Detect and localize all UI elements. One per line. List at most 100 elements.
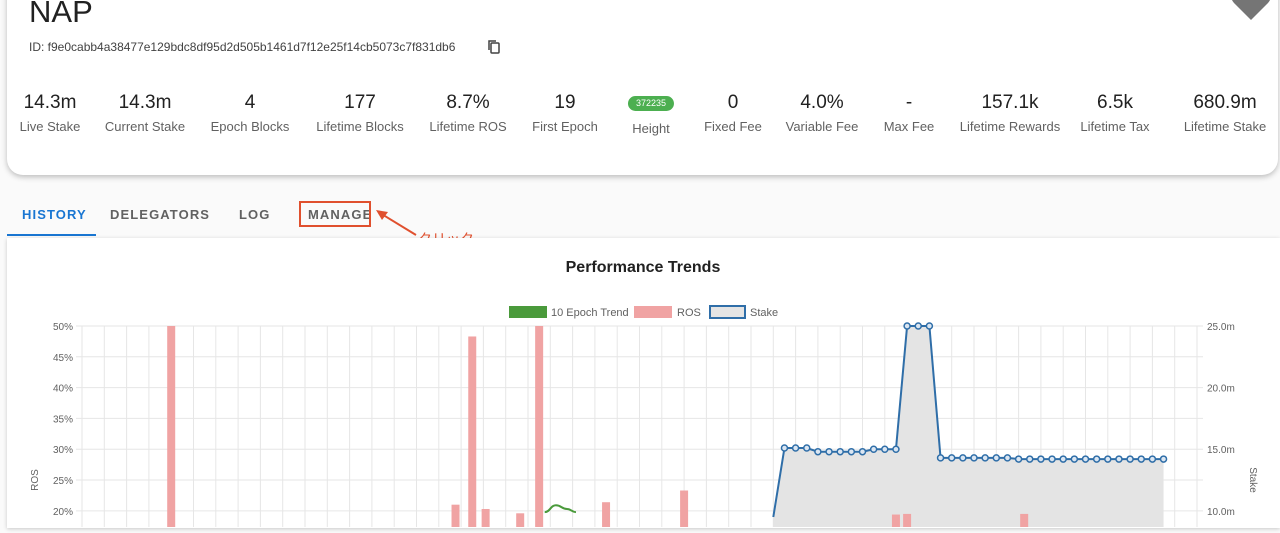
- stat-label: Live Stake: [19, 119, 81, 134]
- y-tick-label-right: 25.0m: [1207, 322, 1235, 333]
- stat-label: First Epoch: [532, 119, 598, 134]
- stake-point: [847, 447, 856, 456]
- heart-icon[interactable]: [1229, 0, 1273, 22]
- stake-point: [836, 447, 844, 456]
- y-tick-label-left: 50%: [53, 322, 73, 333]
- stat-value: 0: [727, 92, 739, 113]
- stake-point: [925, 322, 934, 330]
- stake-point: [1104, 455, 1112, 463]
- height-badge: 372235: [627, 96, 675, 111]
- stake-point: [803, 444, 811, 452]
- stat-epoch-blocks: 4 Epoch Blocks: [211, 92, 290, 134]
- stat-lifetime-blocks: 177 Lifetime Blocks: [316, 92, 403, 134]
- y-tick-label-right: 10.0m: [1207, 507, 1235, 518]
- stat-value: 680.9m: [1193, 92, 1257, 113]
- active-tab-indicator: [7, 234, 96, 236]
- stat-lifetime-tax: 6.5k Lifetime Tax: [1080, 92, 1149, 134]
- annotation-arrow-icon: [376, 210, 417, 236]
- ros-bar: [516, 513, 525, 527]
- stake-point: [959, 454, 967, 462]
- stat-value: 6.5k: [1097, 92, 1133, 113]
- stake-point: [1115, 455, 1123, 463]
- y-tick-label-left: 25%: [53, 476, 73, 487]
- legend-label-trend: 10 Epoch Trend: [551, 307, 629, 319]
- stat-value: 8.7%: [446, 92, 490, 113]
- ros-bar: [167, 326, 176, 527]
- stake-point: [1059, 455, 1067, 463]
- stat-label: Epoch Blocks: [210, 119, 290, 134]
- stake-point: [1137, 455, 1145, 463]
- stat-value: 4.0%: [800, 92, 844, 113]
- stake-point: [936, 454, 945, 462]
- stat-height: 372235 Height: [627, 92, 675, 136]
- y-tick-label-right: 15.0m: [1207, 445, 1235, 456]
- y-axis-label-left: ROS: [30, 469, 41, 491]
- legend-label-stake: Stake: [750, 307, 778, 319]
- ros-bar: [891, 514, 900, 527]
- stake-point: [970, 454, 978, 462]
- stake-point: [881, 445, 889, 453]
- stake-area: [773, 326, 1164, 527]
- performance-chart: Performance Trends 10 Epoch Trend ROS St…: [30, 259, 1258, 527]
- stat-variable-fee: 4.0% Variable Fee: [786, 92, 859, 134]
- stat-value: 19: [554, 92, 576, 113]
- stake-point: [981, 454, 989, 462]
- stat-lifetime-stake: 680.9m Lifetime Stake: [1184, 92, 1266, 134]
- ros-bar: [1020, 513, 1029, 527]
- stake-point: [914, 322, 922, 330]
- stake-point: [1070, 455, 1079, 463]
- stake-point: [869, 445, 878, 453]
- stake-point: [1048, 455, 1056, 463]
- pool-summary-card: NAP ID: f9e0cabb4a38477e129bdc8df95d2d50…: [7, 0, 1278, 175]
- pool-name: NAP: [29, 0, 93, 29]
- stat-label: Lifetime Stake: [1183, 119, 1267, 134]
- legend-label-ros: ROS: [677, 307, 701, 319]
- stat-label: Current Stake: [104, 119, 186, 134]
- stat-label: Lifetime Rewards: [959, 119, 1061, 134]
- tab-delegators[interactable]: DELEGATORS: [110, 207, 210, 222]
- copy-icon[interactable]: [487, 39, 501, 55]
- stat-value: 4: [244, 92, 256, 113]
- stat-label: Height: [632, 121, 670, 136]
- stake-point: [903, 322, 911, 330]
- stat-max-fee: - Max Fee: [884, 92, 935, 134]
- ros-bar: [602, 502, 611, 527]
- stat-value: 157.1k: [981, 92, 1039, 113]
- stat-lifetime-rewards: 157.1k Lifetime Rewards: [960, 92, 1060, 134]
- stat-value: -: [905, 92, 913, 113]
- tab-log[interactable]: LOG: [239, 207, 270, 222]
- stat-label: Lifetime Tax: [1080, 119, 1150, 134]
- stat-label: Max Fee: [883, 119, 935, 134]
- stake-point: [1081, 455, 1090, 463]
- chart-title: Performance Trends: [566, 259, 721, 276]
- stake-point: [992, 454, 1001, 462]
- stake-point: [892, 445, 900, 453]
- stake-point: [1126, 455, 1134, 463]
- stake-point: [1037, 455, 1045, 463]
- stat-current-stake: 14.3m Current Stake: [105, 92, 185, 134]
- y-tick-label-left: 45%: [53, 353, 73, 364]
- performance-chart-card: Performance Trends 10 Epoch Trend ROS St…: [7, 238, 1280, 528]
- stake-point: [947, 454, 956, 462]
- ros-bar: [535, 326, 544, 527]
- stat-value: 177: [344, 92, 376, 113]
- tab-history[interactable]: HISTORY: [22, 207, 87, 222]
- stake-point: [791, 444, 800, 452]
- legend-swatch-trend: [509, 306, 547, 318]
- y-tick-label-left: 20%: [53, 507, 73, 518]
- stat-first-epoch: 19 First Epoch: [532, 92, 598, 134]
- legend-swatch-ros: [634, 306, 672, 318]
- y-axis-label-right: Stake: [1247, 467, 1258, 493]
- stat-label: Lifetime ROS: [429, 119, 507, 134]
- stat-lifetime-ros: 8.7% Lifetime ROS: [429, 92, 506, 134]
- y-tick-label-left: 30%: [53, 445, 73, 456]
- stat-value: 14.3m: [23, 92, 77, 113]
- stat-label: Variable Fee: [785, 119, 859, 134]
- y-tick-label-right: 20.0m: [1207, 384, 1235, 395]
- ros-bar: [468, 336, 477, 527]
- stake-point: [1026, 455, 1034, 463]
- legend-swatch-stake: [709, 305, 746, 319]
- stake-point: [814, 447, 822, 456]
- y-tick-label-left: 35%: [53, 414, 73, 425]
- stake-point: [1159, 455, 1168, 463]
